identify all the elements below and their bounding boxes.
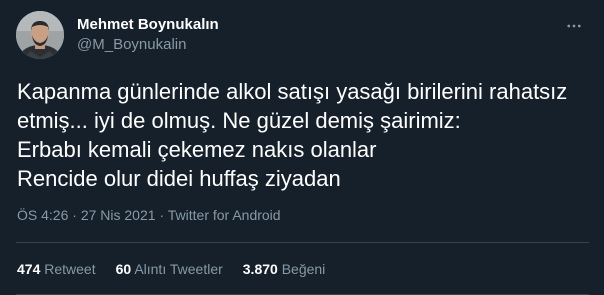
user-handle[interactable]: @M_Boynukalin [77,35,219,55]
tweet-meta: ÖS 4:26 · 27 Nis 2021 · Twitter for Andr… [17,205,281,225]
tweet-date[interactable]: 27 Nis 2021 [81,207,156,223]
tweet-text-line: Kapanma günlerinde alkol satışı yasağı b… [17,79,568,104]
tweet-text-line: Erbabı kemali çekemez nakıs olanlar [17,137,377,162]
quotes-stat[interactable]: 60 Alıntı Tweetler [116,261,223,277]
quotes-count: 60 [115,261,132,277]
tweet-text-line: etmiş... iyi de olmuş. Ne güzel demiş şa… [17,108,461,133]
likes-stat[interactable]: 3.870 Beğeni [243,261,326,277]
display-name[interactable]: Mehmet Boynukalın [77,15,219,35]
likes-label: Beğeni [281,261,326,277]
tweet-text: Kapanma günlerinde alkol satışı yasağı b… [17,77,597,193]
retweets-stat[interactable]: 474 Retweet [17,261,96,277]
meta-separator: · [72,207,77,223]
tweet-text-line: Rencide olur didei huffaş ziyadan [17,166,341,191]
likes-count: 3.870 [242,261,278,277]
tweet-time[interactable]: ÖS 4:26 [17,207,68,223]
profile-photo-icon [16,11,64,59]
more-options-icon [567,24,581,28]
more-options-button[interactable] [562,14,586,38]
retweets-count: 474 [17,261,41,277]
quotes-label: Alıntı Tweetler [134,261,223,277]
avatar[interactable] [16,11,64,59]
tweet: Mehmet Boynukalın @M_Boynukalin Kapanma … [0,0,604,295]
divider [16,242,589,243]
tweet-stats: 474 Retweet 60 Alıntı Tweetler 3.870 Beğ… [17,256,345,282]
author-info: Mehmet Boynukalın @M_Boynukalin [77,15,219,55]
meta-separator: · [159,207,165,223]
tweet-source-link[interactable]: Twitter for Android [168,207,281,223]
retweets-label: Retweet [44,261,96,277]
